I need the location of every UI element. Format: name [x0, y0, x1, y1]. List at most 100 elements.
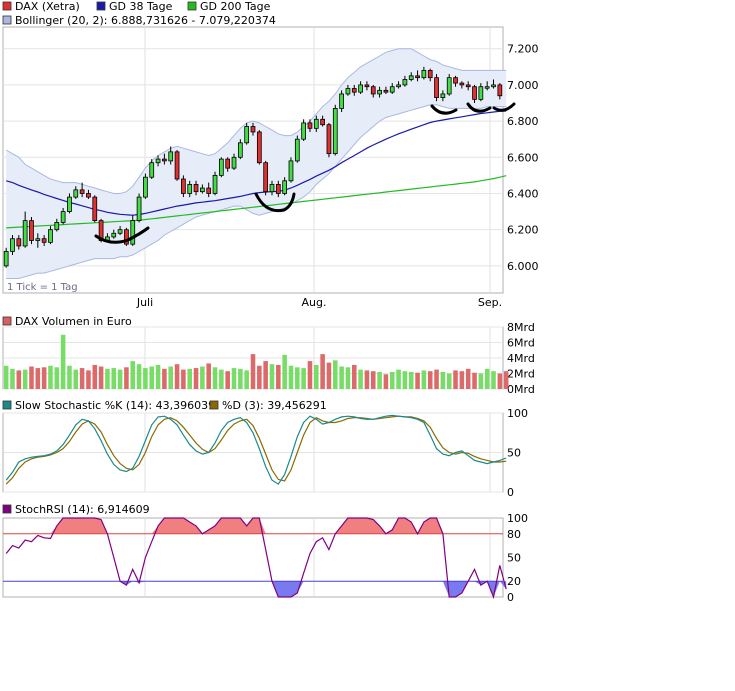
candle-body: [73, 189, 79, 198]
volume-bar: [105, 368, 110, 389]
candle-body: [282, 180, 288, 194]
volume-bar: [333, 360, 338, 389]
volume-bar: [48, 365, 53, 389]
volume-bar: [238, 368, 243, 389]
candle-body: [427, 70, 433, 79]
candle-body: [459, 82, 465, 86]
candle-body: [263, 162, 269, 193]
volume-bar: [453, 370, 458, 389]
volume-bar: [162, 368, 167, 389]
candle-body: [206, 187, 212, 194]
candle-body: [181, 178, 186, 194]
candle-body: [301, 122, 306, 140]
candle-body: [434, 77, 439, 98]
volume-bar: [345, 367, 351, 389]
volume-bar: [124, 367, 129, 389]
volume-bar: [168, 366, 173, 389]
volume-bar: [136, 364, 142, 389]
candle-body: [86, 193, 91, 198]
volume-bar: [301, 368, 306, 389]
x-axis-label: Juli: [136, 296, 153, 309]
candle-body: [389, 86, 395, 93]
legend-swatch: [2, 1, 12, 11]
candle-body: [41, 238, 47, 243]
candle-body: [465, 84, 471, 88]
candle-body: [149, 162, 155, 178]
candle-body: [288, 160, 294, 182]
y-tick-label: 0: [507, 486, 514, 499]
volume-bar: [465, 368, 471, 389]
candle-body: [339, 93, 344, 109]
volume-bar: [427, 371, 433, 389]
volume-bar: [257, 365, 262, 389]
y-tick-label: 100: [507, 512, 528, 525]
candle-body: [332, 108, 338, 155]
volume-panel: DAX Volumen in Euro 8Mrd 6Mrd 4Mrd 2Mrd 0Mrd: [2, 315, 535, 396]
candle-body: [478, 86, 484, 100]
volume-bar: [358, 369, 363, 389]
volume-bar: [440, 371, 446, 389]
legend-label: DAX Volumen in Euro: [15, 315, 132, 328]
volume-bar: [434, 369, 439, 389]
stochrsi-panel: StochRSI (14): 6,914609 100 80 50 20 0: [2, 503, 528, 604]
volume-bar: [219, 369, 224, 389]
volume-bar: [16, 370, 22, 389]
volume-bar: [98, 366, 104, 389]
legend-label: %D (3): 39,456291: [222, 399, 327, 412]
volume-bar: [22, 369, 28, 389]
x-axis-label: Sep.: [478, 296, 502, 309]
dax-chart: DAX (Xetra) GD 38 Tage GD 200 TageBollinge…: [2, 0, 539, 604]
x-axis-label: Aug.: [302, 296, 327, 309]
candle-body: [275, 184, 281, 194]
candle-body: [269, 184, 275, 193]
volume-bar: [67, 365, 72, 389]
candle-body: [237, 142, 243, 158]
candle-body: [143, 176, 148, 198]
candle-body: [491, 84, 496, 88]
volume-bar: [307, 361, 313, 389]
candle-body: [225, 158, 231, 169]
legend-swatch: [96, 1, 106, 11]
candle-body: [472, 86, 477, 100]
volume-bar: [389, 371, 395, 389]
y-tick-label: 6Mrd: [507, 337, 535, 350]
volume-bar: [269, 364, 275, 389]
volume-bar: [377, 371, 382, 389]
volume-bar: [326, 362, 332, 389]
volume-bar: [187, 368, 192, 389]
volume-bar: [29, 366, 34, 389]
candle-body: [231, 156, 237, 169]
y-tick-label: 6.800: [507, 115, 539, 128]
candle-body: [117, 229, 123, 234]
candle-body: [54, 222, 60, 231]
volume-bar: [415, 372, 420, 389]
volume-bar: [295, 367, 300, 389]
candle-body: [421, 70, 427, 79]
volume-bar: [111, 368, 117, 389]
candle-body: [294, 138, 300, 162]
candle-body: [364, 84, 370, 88]
candle-body: [3, 250, 9, 267]
candle-body: [29, 220, 34, 241]
y-tick-label: 100: [507, 407, 528, 420]
candle-body: [250, 126, 256, 133]
overbought-area: [6, 518, 507, 534]
volume-bar: [225, 371, 230, 389]
candle-body: [92, 196, 98, 222]
volume-bar: [472, 372, 477, 389]
volume-bar: [174, 364, 180, 389]
candle-body: [313, 118, 319, 129]
volume-bar: [250, 354, 256, 389]
volume-bar: [117, 369, 123, 389]
legend-label: Slow Stochastic %K (14): 43,396039: [15, 399, 215, 412]
y-tick-label: 6.600: [507, 151, 539, 164]
y-tick-label: 6.400: [507, 187, 539, 200]
legend-swatch: [2, 15, 12, 25]
volume-bar: [282, 354, 287, 389]
volume-bar: [206, 363, 211, 389]
volume-bar: [54, 367, 60, 389]
candle-body: [35, 238, 41, 241]
candle-body: [244, 126, 250, 144]
y-tick-label: 7.200: [507, 43, 539, 56]
stochastic-panel: Slow Stochastic %K (14): 43,396039 %D (3)…: [2, 399, 528, 499]
